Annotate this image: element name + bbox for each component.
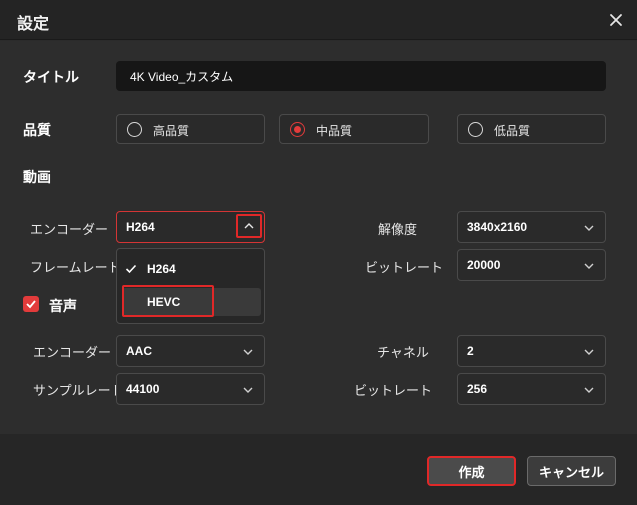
radio-unchecked-icon: [127, 122, 142, 137]
radio-checked-icon: [290, 122, 305, 137]
quality-label: 品質: [23, 122, 51, 138]
chevron-up-icon: [244, 223, 254, 229]
dialog-titlebar: 設定: [0, 0, 637, 40]
title-field-label: タイトル: [23, 69, 79, 85]
audio-bitrate-value: 256: [467, 382, 488, 396]
audio-bitrate-label: ビットレート: [354, 383, 433, 398]
audio-bitrate-select[interactable]: 256: [457, 373, 606, 405]
quality-option-low[interactable]: 低品質: [457, 114, 606, 144]
audio-channel-select[interactable]: 2: [457, 335, 606, 367]
video-bitrate-value: 20000: [467, 258, 501, 272]
audio-channel-value: 2: [467, 344, 474, 358]
quality-option-medium[interactable]: 中品質: [279, 114, 429, 144]
video-encoder-dropdown: H264 HEVC: [116, 248, 265, 324]
audio-section-label: 音声: [49, 298, 77, 314]
video-encoder-value: H264: [126, 220, 155, 234]
audio-encoder-select[interactable]: AAC: [116, 335, 265, 367]
video-encoder-toggle-button[interactable]: [236, 214, 262, 238]
chevron-down-icon: [243, 349, 253, 355]
create-button[interactable]: 作成: [427, 456, 516, 486]
close-button[interactable]: [604, 8, 628, 32]
chevron-down-icon: [243, 387, 253, 393]
chevron-down-icon: [584, 349, 594, 355]
audio-samplerate-value: 44100: [126, 382, 160, 396]
checkmark-icon: [26, 300, 36, 309]
cancel-button[interactable]: キャンセル: [527, 456, 616, 486]
dialog-title: 設定: [17, 16, 50, 33]
video-section-label: 動画: [23, 169, 51, 185]
dropdown-option-label: H264: [147, 262, 176, 276]
dropdown-option-label: HEVC: [147, 295, 181, 309]
chevron-down-icon: [584, 387, 594, 393]
video-framerate-label: フレームレート: [30, 260, 121, 275]
audio-enable-checkbox[interactable]: [23, 296, 39, 312]
quality-option-label: 低品質: [494, 124, 531, 138]
dropdown-option-hevc[interactable]: HEVC: [122, 288, 261, 316]
video-resolution-label: 解像度: [378, 222, 418, 237]
video-resolution-select[interactable]: 3840x2160: [457, 211, 606, 243]
audio-channel-label: チャネル: [377, 345, 429, 360]
quality-option-label: 高品質: [153, 124, 190, 138]
video-bitrate-select[interactable]: 20000: [457, 249, 606, 281]
audio-samplerate-label: サンプルレート: [33, 383, 124, 398]
radio-unchecked-icon: [468, 122, 483, 137]
video-encoder-label: エンコーダー: [30, 222, 109, 237]
checkmark-icon: [125, 264, 137, 274]
quality-option-label: 中品質: [316, 124, 353, 138]
audio-encoder-label: エンコーダー: [33, 345, 112, 360]
chevron-down-icon: [584, 263, 594, 269]
title-input[interactable]: [116, 61, 606, 91]
chevron-down-icon: [584, 225, 594, 231]
audio-samplerate-select[interactable]: 44100: [116, 373, 265, 405]
video-bitrate-label: ビットレート: [365, 260, 444, 275]
video-resolution-value: 3840x2160: [467, 220, 528, 234]
dropdown-option-h264[interactable]: H264: [117, 255, 264, 283]
quality-option-high[interactable]: 高品質: [116, 114, 265, 144]
audio-encoder-value: AAC: [126, 344, 152, 358]
close-icon: [610, 14, 622, 26]
